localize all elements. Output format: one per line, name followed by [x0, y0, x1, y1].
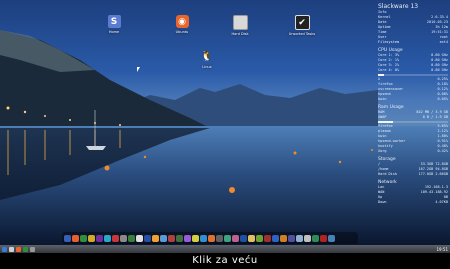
conky-row-value: 4.07KB — [435, 200, 448, 204]
dock-app-icon[interactable] — [240, 234, 247, 242]
conky-row: Filesystem ext4 — [378, 40, 448, 45]
dock-app-icon[interactable] — [264, 234, 271, 242]
storage-list: /53.3GB 72.8GB/home 167.2GB 94.8GB Hard Di… — [378, 162, 448, 177]
conky-row: Core 4: 0% 0.80 GHz — [378, 68, 448, 73]
dock-app-icon[interactable] — [304, 234, 311, 242]
dock-app-icon[interactable] — [152, 234, 159, 242]
conky-row: Hard Disk 177.0GB 2.66GB — [378, 172, 448, 177]
conky-row-value: 177.0GB 2.66GB — [418, 172, 448, 176]
dock-app-icon[interactable] — [128, 234, 135, 242]
memory-process-list: firefox 5.65% plasma 2.12% kwin 1.80% hpsend-w… — [378, 124, 448, 154]
home-icon: S — [107, 15, 121, 28]
dock-app-icon[interactable] — [184, 234, 191, 242]
conky-row-label: SWAP — [378, 115, 387, 119]
ram-bar — [378, 121, 448, 123]
dock-app-icon[interactable] — [168, 234, 175, 242]
desktop-icon-home[interactable]: S Home — [100, 15, 128, 34]
desktop-icon-label: Hard Disk — [231, 32, 249, 36]
image-caption[interactable]: Klik za veću — [0, 253, 450, 269]
penguin-icon: 🐧 — [200, 51, 214, 62]
checkmark-icon: ✔ — [294, 15, 310, 30]
start-menu-icon[interactable] — [2, 246, 7, 252]
dock-app-icon[interactable] — [296, 234, 303, 242]
harddisk-icon — [232, 15, 248, 30]
conky-row-value: 0.42% — [437, 149, 448, 153]
dock-app-icon[interactable] — [144, 234, 151, 242]
dock-app-icon[interactable] — [272, 234, 279, 242]
desktop-icon-ubuntu[interactable]: ◉ Ubuntu — [168, 15, 196, 34]
conky-row-label: Xorg — [378, 149, 387, 153]
show-desktop-icon[interactable] — [9, 246, 14, 252]
application-dock — [62, 232, 358, 244]
taskbar-clock[interactable]: 19:51 — [436, 247, 448, 252]
ram-list: RAM 842 MB / 3.9 GB SWAP 0 B / 1.9 GB — [378, 110, 448, 120]
dock-app-icon[interactable] — [256, 234, 263, 242]
dock-app-icon[interactable] — [320, 234, 327, 242]
desktop-icon-label: Ubuntu — [175, 30, 189, 34]
dock-app-icon[interactable] — [216, 234, 223, 242]
conky-row: SWAP 0 B / 1.9 GB — [378, 115, 448, 120]
cpu-core-list: Core 1: 3% 0.80 GHz Core 2: 1% 0.80 GHz Core… — [378, 53, 448, 73]
conky-row-label: kwin — [378, 97, 387, 101]
network-list: Lan 192.168.1.3 WAN 109.43.188.92 Up 0B Down 4.… — [378, 185, 448, 205]
desktop-icon-linux[interactable]: 🐧 Linux — [193, 50, 221, 69]
cpu-process-list: X 0.25% firefox 0.18% xscreensaver 0.12% hpsen… — [378, 77, 448, 102]
desktop-icon-label: Unsorted Tasks — [288, 32, 316, 36]
dock-app-icon[interactable] — [120, 234, 127, 242]
dock-app-icon[interactable] — [280, 234, 287, 242]
terminal-icon[interactable] — [23, 246, 28, 252]
desktop-icon-tasks[interactable]: ✔ Unsorted Tasks — [288, 15, 316, 36]
conky-row: Xorg 0.42% — [378, 149, 448, 154]
dock-app-icon[interactable] — [200, 234, 207, 242]
conky-row: kwin 0.05% — [378, 97, 448, 102]
conky-row-value: ext4 — [439, 40, 448, 44]
conky-info-list: Kernel 2.6.33.4 Date 2010-05-23 Uptime 3h 12m… — [378, 15, 448, 45]
dock-app-icon[interactable] — [104, 234, 111, 242]
desktop-icon-label: Home — [108, 30, 120, 34]
dock-app-icon[interactable] — [312, 234, 319, 242]
ubuntu-icon: ◉ — [175, 15, 189, 28]
dock-app-icon[interactable] — [176, 234, 183, 242]
cpu-bar — [378, 74, 448, 76]
dock-app-icon[interactable] — [136, 234, 143, 242]
dock-app-icon[interactable] — [224, 234, 231, 242]
dock-app-icon[interactable] — [160, 234, 167, 242]
conky-row-value: 0 B / 1.9 GB — [422, 115, 448, 119]
taskbar: 19:51 — [0, 245, 450, 253]
desktop: S Home ◉ Ubuntu Hard Disk ✔ Unsorted Tas… — [0, 0, 450, 253]
dock-app-icon[interactable] — [208, 234, 215, 242]
dock-app-icon[interactable] — [96, 234, 103, 242]
conky-system-monitor: Slackware 13 Info Kernel 2.6.33.4 Date 2010… — [378, 0, 448, 253]
dock-app-icon[interactable] — [88, 234, 95, 242]
desktop-icon-label: Linux — [202, 65, 212, 69]
conky-row-value: 0.05% — [437, 97, 448, 101]
dock-app-icon[interactable] — [112, 234, 119, 242]
dock-app-icon[interactable] — [192, 234, 199, 242]
dock-app-icon[interactable] — [328, 234, 335, 242]
desktop-icon-harddisk[interactable]: Hard Disk — [226, 15, 254, 36]
conky-row-label: Hard Disk — [378, 172, 397, 176]
conky-row-label: Core 4: 0% — [378, 68, 400, 72]
dock-app-icon[interactable] — [64, 234, 71, 242]
conky-row-label: Filesystem — [378, 40, 400, 44]
browser-icon[interactable] — [16, 246, 21, 252]
dock-app-icon[interactable] — [72, 234, 79, 242]
mouse-cursor — [137, 67, 140, 72]
conky-row-value: 0.80 GHz — [431, 68, 448, 72]
conky-row-label: Down — [378, 200, 387, 204]
conky-title: Slackware 13 — [378, 3, 419, 10]
files-icon[interactable] — [30, 246, 35, 252]
dock-app-icon[interactable] — [248, 234, 255, 242]
dock-app-icon[interactable] — [80, 234, 87, 242]
dock-app-icon[interactable] — [288, 234, 295, 242]
dock-app-icon[interactable] — [232, 234, 239, 242]
conky-row: Down 4.07KB — [378, 200, 448, 205]
